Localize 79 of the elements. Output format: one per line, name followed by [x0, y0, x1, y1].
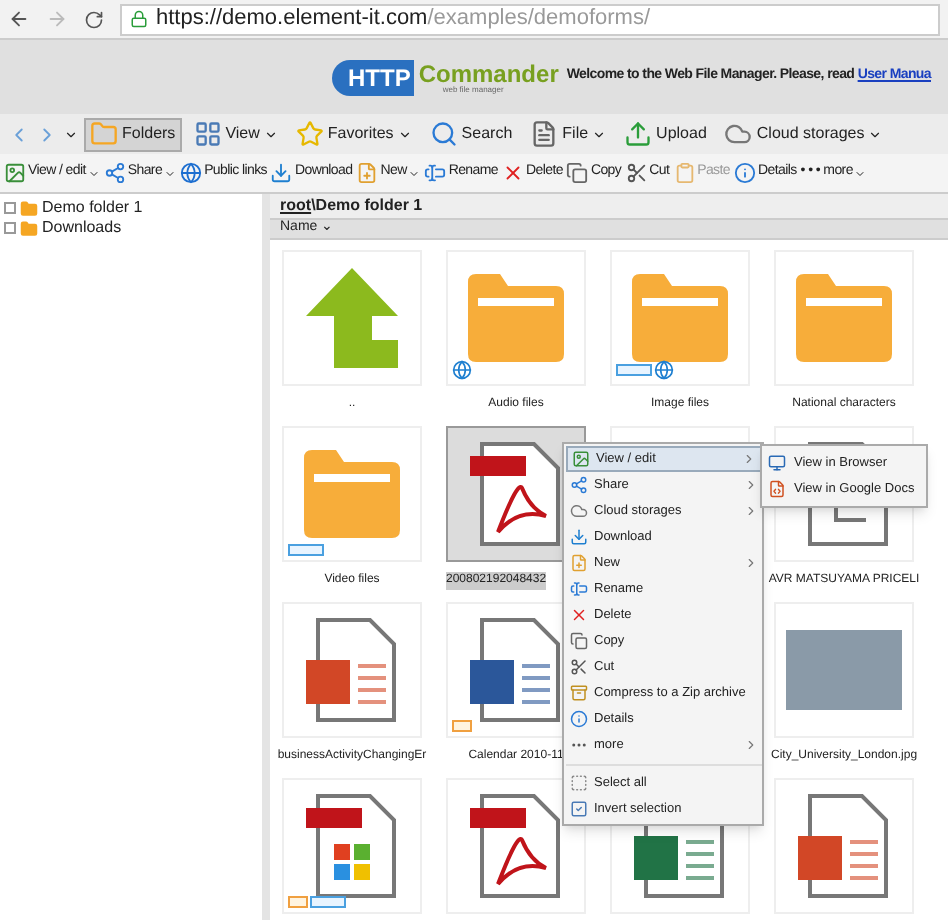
ppt-file-icon: [306, 616, 398, 724]
folder-icon: [632, 274, 728, 362]
updated-badge-icon: [288, 544, 324, 556]
folder-icon: [20, 199, 38, 217]
tree-item[interactable]: Demo folder 1: [0, 198, 262, 218]
invert-icon: [570, 800, 588, 818]
download-icon: [270, 162, 293, 184]
details-icon: [570, 710, 588, 728]
caret-icon: [397, 127, 412, 141]
copy-icon: [570, 632, 588, 650]
cloud-icon: [570, 502, 588, 520]
cloud-icon: [724, 120, 753, 148]
image-icon: [4, 162, 26, 184]
cut-icon: [625, 162, 648, 184]
shared-globe-icon: [452, 360, 472, 380]
details-icon: [734, 162, 756, 184]
breadcrumb-path: \Demo folder 1: [311, 194, 423, 218]
up-arrow-icon: [306, 268, 398, 368]
download-icon: [570, 528, 588, 546]
caret-icon: [592, 127, 607, 141]
selectall-icon: [570, 774, 588, 792]
http-logo-text: HTTP: [332, 59, 415, 95]
toolbar-button[interactable]: Folders: [84, 117, 182, 151]
photo-placeholder: [786, 630, 902, 710]
caret-icon: [87, 167, 100, 179]
toolbar-button[interactable]: Search: [423, 117, 519, 151]
toolbar-button[interactable]: Cloud storages: [718, 117, 889, 151]
view-icon: [193, 120, 222, 148]
folder-icon: [304, 450, 400, 538]
search-icon: [429, 120, 458, 148]
new-badge-icon: [288, 896, 308, 908]
copy-icon: [566, 162, 589, 184]
caret-icon: [408, 167, 421, 179]
root-link[interactable]: root: [280, 194, 312, 218]
cut-icon: [570, 658, 588, 676]
folder-icon: [20, 219, 38, 237]
star-icon: [295, 120, 324, 148]
toolbar-button[interactable]: Favorites: [289, 117, 418, 151]
exe-file-icon: [306, 792, 398, 900]
share-icon: [103, 162, 126, 184]
file-icon: [530, 120, 559, 148]
back-icon[interactable]: [8, 8, 30, 30]
ppt-file-icon: [798, 792, 890, 900]
browser-icon: [768, 454, 786, 472]
share-icon: [570, 476, 588, 494]
delete-icon: [502, 162, 524, 184]
upload-icon: [624, 120, 653, 148]
rename-icon: [424, 162, 447, 184]
caret-icon: [164, 167, 177, 179]
toolbar-button[interactable]: View: [187, 117, 284, 151]
commander-logo-text: Commander: [418, 61, 559, 85]
lock-icon: [130, 10, 148, 28]
forward-icon[interactable]: [46, 8, 68, 30]
reload-icon[interactable]: [84, 9, 104, 29]
history-caret-icon[interactable]: [64, 127, 78, 141]
updated-badge-icon: [310, 896, 346, 908]
url-text: https://demo.element-it.com/examples/demoforms/: [156, 4, 650, 35]
caret-icon: [263, 127, 278, 141]
updated-badge-icon: [616, 364, 652, 376]
folder-icon: [796, 274, 892, 362]
globe-icon: [180, 162, 203, 184]
new-icon: [356, 162, 379, 184]
zip-icon: [570, 684, 588, 702]
new-icon: [570, 554, 588, 572]
shared-globe-icon: [654, 360, 674, 380]
folder-icon: [468, 274, 564, 362]
delete-icon: [570, 606, 588, 624]
new-badge-icon: [452, 720, 472, 732]
caret-icon: [868, 127, 883, 141]
rename-icon: [570, 580, 588, 598]
folder-icon: [90, 120, 118, 148]
paste-icon: [673, 162, 696, 184]
address-bar[interactable]: https://demo.element-it.com/examples/demoforms/: [120, 3, 940, 35]
toolbar-button[interactable]: Upload: [618, 117, 713, 151]
docs-icon: [768, 480, 786, 498]
toolbar-button[interactable]: File: [524, 117, 613, 151]
caret-icon: [854, 167, 867, 179]
tree-item[interactable]: Downloads: [0, 218, 262, 238]
image-icon: [572, 450, 590, 468]
